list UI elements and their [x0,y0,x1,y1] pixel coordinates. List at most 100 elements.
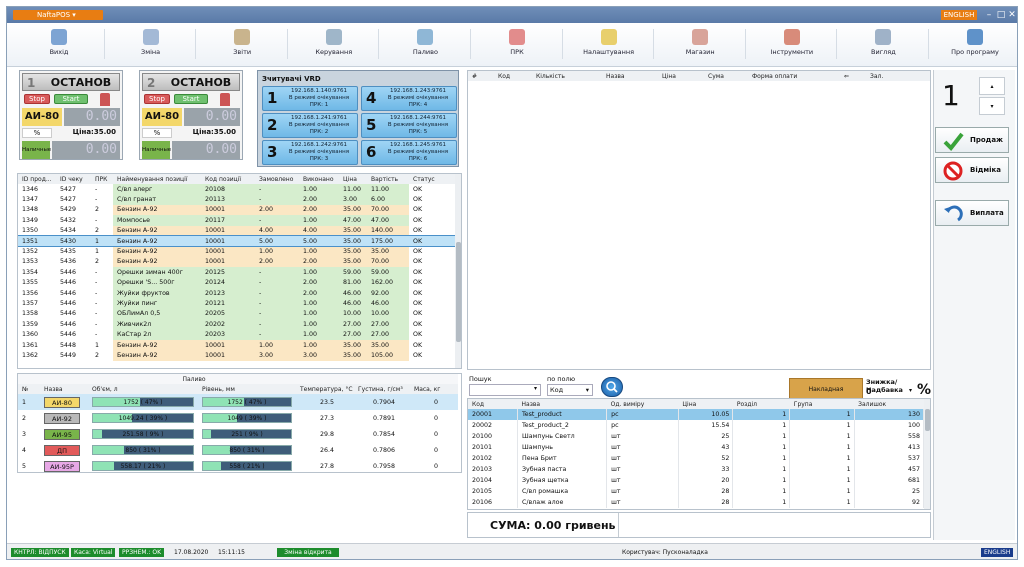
table-row[interactable]: 1346 5427- С/вл алерг 20108-1.00 11.00 11.00 O… [18,184,455,195]
column-header[interactable]: Код [468,399,518,409]
product-row[interactable]: 20002 Test_product_2 pc 15.54 1 1 100 [468,420,925,431]
column-header[interactable]: Група [789,399,855,409]
vrd-reader-1[interactable]: 1 192.168.1.140:9761 В режимі очікування ПР… [262,86,358,111]
toolbar-button-3[interactable]: Керування [288,25,380,65]
tank-row[interactable]: 1 АИ-80 1752 ( 47% ) 1752 ( 47% ) 23.5 0.7904… [18,394,459,410]
table-row[interactable]: 1361 5448 1 Бензин А-92 10001 1.00 1.00 35.00 35… [18,339,455,351]
qty-up-button[interactable]: ▴ [979,77,1005,95]
column-header[interactable]: Кількість [532,71,602,81]
products-scrollbar[interactable] [924,399,930,509]
vrd-reader-6[interactable]: 6 192.168.1.245:9761 В режимі очікування ПР… [361,140,457,165]
pump-stop-button[interactable]: Stop [144,94,170,104]
column-header[interactable]: Ціна [678,399,733,409]
column-header[interactable]: № [18,384,40,394]
nozzle-icon[interactable] [100,93,110,106]
table-row[interactable]: 1362 5449 2 Бензин А-92 10001 3.00 3.00 35.00 10… [18,350,455,361]
column-header[interactable]: Найменування позиції [113,174,201,184]
column-header[interactable]: Назва [40,384,88,394]
vrd-reader-3[interactable]: 3 192.168.1.242:9761 В режимі очікування ПР… [262,140,358,165]
column-header[interactable]: # [468,71,494,81]
toolbar-button-6[interactable]: Налаштування [563,25,655,65]
column-header[interactable]: Зал. [866,71,930,81]
nozzle-icon[interactable] [220,93,230,106]
column-header[interactable]: Код [494,71,532,81]
column-header[interactable]: Код позиції [201,174,255,184]
toolbar-button-2[interactable]: Звіти [196,25,288,65]
column-header[interactable]: Назва [517,399,607,409]
column-header[interactable]: Виконано [299,174,339,184]
search-icon[interactable] [601,377,623,397]
tank-row[interactable]: 3 АИ-95 251.58 ( 9% ) 251 ( 9% ) 29.8 0.7854 0 [18,426,458,442]
search-input[interactable]: ▾ [469,384,541,396]
toolbar-button-5[interactable]: ПРК [471,25,563,65]
column-header[interactable]: ID прод... [18,174,56,184]
column-header[interactable]: Замовлено [255,174,299,184]
column-header[interactable]: Ціна [339,174,367,184]
pump-percent-field[interactable]: % [142,128,172,138]
product-row[interactable]: 20100 Шампунь Светл шт 25 1 1 558 [468,431,925,442]
pump-panel-1[interactable]: 1 ОСТАНОВ Stop Start АИ-80 0.00% Ціна:35.00 Нал… [19,70,123,160]
cancel-button[interactable]: Відміка [935,157,1009,183]
column-header[interactable]: Ціна [658,71,704,81]
column-header[interactable]: Статус [409,174,455,184]
product-row[interactable]: 20106 С/влаж алое шт 28 1 1 92 [468,497,925,508]
table-row[interactable]: 1354 5446- Орешки зиман 400г 20125-1.00 59.0… [18,267,455,278]
column-header[interactable]: Об'єм, л [88,384,198,394]
column-header[interactable]: ПРК [91,174,113,184]
product-row[interactable]: 20102 Пена Брит шт 52 1 1 537 [468,453,925,464]
sell-button[interactable]: Продаж [935,127,1009,153]
pump-panel-2[interactable]: 2 ОСТАНОВ Stop Start АИ-80 0.00% Ціна:35.00 Нал… [139,70,243,160]
table-row[interactable]: 1353 5436 2 Бензин А-92 10001 2.00 2.00 35.00 70… [18,256,455,268]
table-row[interactable]: 1347 5427- С/вл гранат 20113-2.00 3.00 6.00 OK [18,194,455,205]
table-row[interactable]: 1349 5432- Момпосье 20117-1.00 47.00 47.00 OK [18,215,455,226]
toolbar-button-10[interactable]: Про програму [929,25,1021,65]
pump-percent-field[interactable]: % [22,128,52,138]
toolbar-button-7[interactable]: Магазин [654,25,746,65]
pump-stop-button[interactable]: Stop [24,94,50,104]
column-header[interactable]: Назва [602,71,658,81]
table-row[interactable]: 1348 5429 2 Бензин А-92 10001 2.00 2.00 35.00 70… [18,204,455,216]
status-language[interactable]: ENGLISH [981,548,1014,557]
table-row[interactable]: 1351 5430 1 Бензин А-92 10001 5.00 5.00 35.00 17… [18,234,456,248]
product-row[interactable]: 20001 Test_product pc 10.05 1 1 130 [468,409,925,420]
product-row[interactable]: 20104 Зубная щетка шт 20 1 1 681 [468,475,925,486]
vrd-reader-5[interactable]: 5 192.168.1.244:9761 В режимі очікування ПР… [361,113,457,138]
pump-start-button[interactable]: Start [174,94,208,104]
vrd-reader-4[interactable]: 4 192.168.1.243:9761 В режимі очікування ПР… [361,86,457,111]
toolbar-button-4[interactable]: Паливо [379,25,471,65]
minimize-icon[interactable]: – [983,9,995,21]
tank-row[interactable]: 2 АИ-92 1049.24 ( 39% ) 1049 ( 39% ) 27.3 0.7… [18,410,458,426]
column-header[interactable]: Сума [704,71,748,81]
column-header[interactable]: Форма оплати [748,71,840,81]
table-row[interactable]: 1350 5434 2 Бензин А-92 10001 4.00 4.00 35.00 14… [18,225,455,236]
table-row[interactable]: 1360 5446- КаСтар 2л 20203-1.00 27.00 27.00 OK [18,329,455,340]
language-button[interactable]: ENGLISH [941,10,977,20]
close-icon[interactable]: ✕ [1006,9,1018,21]
field-select[interactable]: Код ▾ [547,384,593,396]
pump-start-button[interactable]: Start [54,94,88,104]
payout-button[interactable]: Виплата [935,200,1009,226]
toolbar-button-0[interactable]: Вихід [13,25,105,65]
product-row[interactable]: 20103 Зубная паста шт 33 1 1 457 [468,464,925,475]
invoice-button[interactable]: Накладная [789,378,863,400]
tank-row[interactable]: 4 ДП 850 ( 31% ) 850 ( 31% ) 26.4 0.7806 0 [18,442,458,458]
vrd-reader-2[interactable]: 2 192.168.1.241:9761 В режимі очікування ПР… [262,113,358,138]
column-header[interactable]: Густина, г/см³ [354,384,411,394]
tank-row[interactable]: 5 АИ-95Р 558.17 ( 21% ) 558 ( 21% ) 27.8 0.79… [18,458,458,474]
orders-scrollbar[interactable] [455,174,461,368]
app-menu-button[interactable]: NaftaPOS ▾ [13,10,103,20]
table-row[interactable]: 1352 5435 1 Бензин А-92 10001 1.00 1.00 35.00 35… [18,246,455,257]
column-header[interactable]: Вартість [367,174,409,184]
table-row[interactable]: 1356 5446- Жуйки фруктов 20123-2.00 46.00 92.… [18,287,455,299]
product-row[interactable]: 20105 С/вл ромашка шт 28 1 1 25 [468,486,925,497]
column-header[interactable]: Залишок [854,399,924,409]
toolbar-button-8[interactable]: Інструменти [746,25,838,65]
table-row[interactable]: 1355 5446- Орешки 'S... 500г 20124-2.00 81.0… [18,277,455,288]
column-header[interactable]: Розділ [732,399,790,409]
column-header[interactable]: Маса, кг [410,384,459,394]
column-header[interactable]: Рівень, мм [198,384,297,394]
qty-down-button[interactable]: ▾ [979,97,1005,115]
table-row[interactable]: 1357 5446- Жуйки пинг 20121-1.00 46.00 46.00 O… [18,298,455,309]
column-header[interactable]: ⇐ [840,71,866,81]
column-header[interactable]: Температура, °С [296,384,355,394]
